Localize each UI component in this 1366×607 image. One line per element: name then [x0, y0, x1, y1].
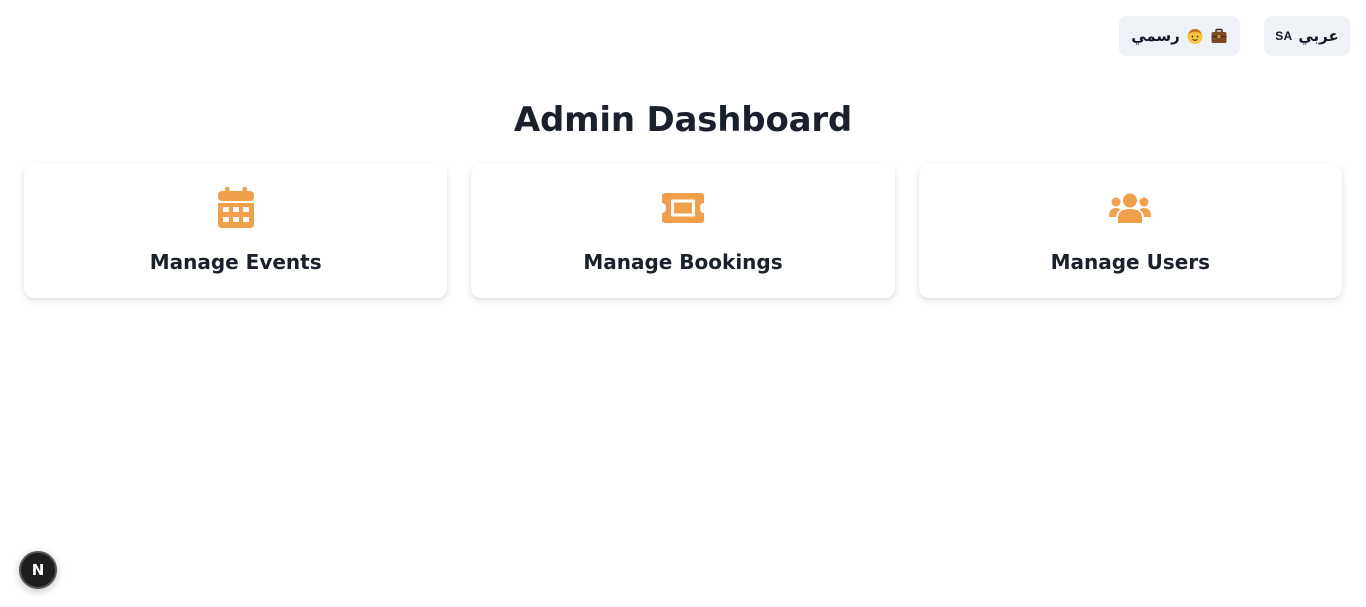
nextjs-logo-letter: N: [31, 561, 45, 579]
manage-events-label: Manage Events: [149, 250, 322, 274]
nextjs-dev-indicator-button[interactable]: N: [19, 551, 57, 589]
users-icon: [1108, 186, 1152, 230]
top-toolbar: رسمي SA عربي: [1119, 16, 1350, 56]
style-toggle-button[interactable]: رسمي: [1119, 16, 1240, 56]
style-toggle-label: رسمي: [1131, 27, 1180, 45]
admin-dashboard-page: رسمي SA عربي Admin Dashboard Manage Even…: [0, 0, 1366, 607]
manage-users-label: Manage Users: [1050, 250, 1211, 274]
manage-bookings-label: Manage Bookings: [583, 250, 783, 274]
manage-bookings-card[interactable]: Manage Bookings: [471, 164, 895, 298]
manage-events-card[interactable]: Manage Events: [24, 164, 448, 298]
dashboard-cards: Manage Events Manage Bookings Manage Use…: [24, 164, 1342, 298]
language-toggle-label: عربي: [1298, 27, 1339, 45]
ticket-icon: [661, 186, 705, 230]
calendar-icon: [214, 186, 258, 230]
language-toggle-button[interactable]: SA عربي: [1264, 16, 1350, 56]
briefcase-emoji-icon: [1211, 28, 1227, 43]
child-face-emoji-icon: [1187, 29, 1203, 44]
page-title: Admin Dashboard: [513, 100, 853, 140]
language-region-code: SA: [1275, 29, 1293, 43]
manage-users-card[interactable]: Manage Users: [918, 164, 1342, 298]
